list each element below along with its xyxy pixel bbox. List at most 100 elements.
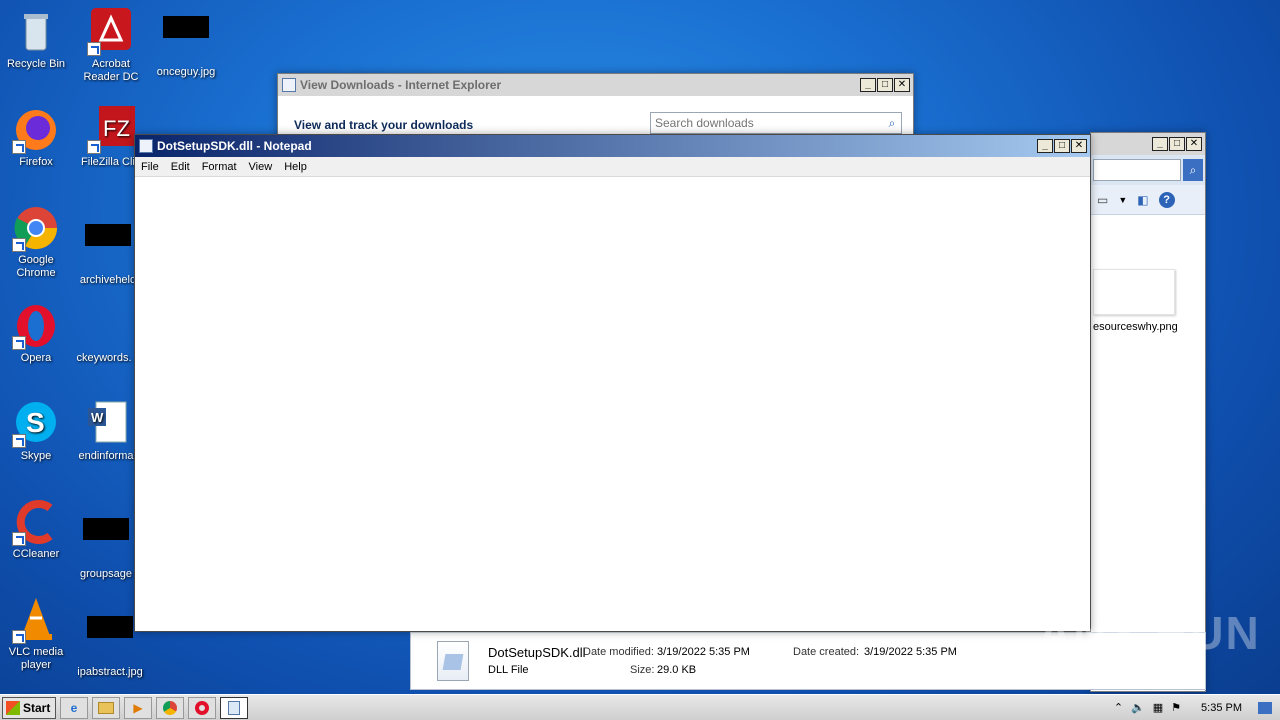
menu-help[interactable]: Help xyxy=(278,161,313,173)
desktop-icon-label: Google Chrome xyxy=(16,254,56,279)
volume-icon[interactable]: 🔈 xyxy=(1131,701,1145,714)
recycle-bin-icon xyxy=(12,8,60,56)
desktop-icon-label: Opera xyxy=(20,352,52,364)
details-size: 29.0 KB xyxy=(657,664,697,676)
desktop-icon-label: FileZilla Clie xyxy=(81,156,141,168)
menu-format[interactable]: Format xyxy=(196,161,243,173)
view-options-icon[interactable]: ▭ xyxy=(1097,193,1108,207)
search-downloads-input[interactable] xyxy=(651,116,883,130)
taskbar: Start e ▶ ⌃ 🔈 ▦ ⚑ 5:35 PM xyxy=(0,694,1280,720)
opera-icon xyxy=(195,700,209,715)
close-button[interactable]: ✕ xyxy=(894,78,910,92)
desktop-icon-endinforma[interactable]: W endinforma xyxy=(70,400,142,463)
action-center-flag-icon[interactable]: ⚑ xyxy=(1171,701,1181,714)
explorer-titlebar[interactable]: _ □ ✕ xyxy=(1091,133,1205,155)
shortcut-arrow-icon xyxy=(12,336,26,350)
notepad-icon xyxy=(228,700,240,715)
desktop-icon-firefox[interactable]: Firefox xyxy=(0,106,72,169)
taskbar-media-player-button[interactable]: ▶ xyxy=(124,696,152,719)
ie-downloads-window[interactable]: View Downloads - Internet Explorer _ □ ✕… xyxy=(277,73,914,143)
help-icon[interactable]: ? xyxy=(1158,191,1175,208)
opera-icon xyxy=(12,302,60,350)
acrobat-icon xyxy=(87,8,135,56)
ie-window-icon xyxy=(282,78,296,92)
desktop-icon-opera[interactable]: Opera xyxy=(0,302,72,365)
desktop-icon-recycle-bin[interactable]: Recycle Bin xyxy=(0,8,72,71)
desktop-icon-vlc[interactable]: VLC media player xyxy=(0,596,72,672)
preview-pane-icon[interactable]: ◧ xyxy=(1137,193,1148,207)
file-thumbnail[interactable] xyxy=(1093,269,1175,315)
taskbar-notepad-button[interactable] xyxy=(220,696,248,719)
desktop-icon-onceguy[interactable]: onceguy.jpg xyxy=(150,8,222,79)
search-downloads-box[interactable]: ⌕ xyxy=(650,112,902,134)
taskbar-chrome-button[interactable] xyxy=(156,696,184,719)
ccleaner-icon xyxy=(12,498,60,546)
ie-titlebar[interactable]: View Downloads - Internet Explorer _ □ ✕ xyxy=(278,74,913,96)
chrome-icon xyxy=(12,204,60,252)
desktop-icon-ccleaner[interactable]: CCleaner xyxy=(0,498,72,561)
explorer-search-input[interactable] xyxy=(1093,159,1181,181)
details-date-modified: 3/19/2022 5:35 PM xyxy=(657,646,750,658)
desktop-icon-label: VLC media player xyxy=(8,646,64,671)
desktop-icon-acrobat[interactable]: Acrobat Reader DC xyxy=(75,8,147,84)
desktop-icon-skype[interactable]: S Skype xyxy=(0,400,72,463)
shortcut-arrow-icon xyxy=(87,140,101,154)
start-button[interactable]: Start xyxy=(2,696,56,719)
menu-file[interactable]: File xyxy=(135,161,165,173)
maximize-button[interactable]: □ xyxy=(1054,139,1070,153)
svg-text:FZ: FZ xyxy=(103,116,130,141)
minimize-button[interactable]: _ xyxy=(860,78,876,92)
ie-window-title: View Downloads - Internet Explorer xyxy=(300,78,502,92)
vlc-icon xyxy=(12,596,60,644)
word-document-icon: W xyxy=(82,400,130,448)
desktop-icon-chrome[interactable]: Google Chrome xyxy=(0,204,72,280)
desktop-icon-ckeywords[interactable]: ckeywords. xyxy=(68,302,140,365)
close-button[interactable]: ✕ xyxy=(1071,139,1087,153)
desktop-icon-label: Skype xyxy=(20,450,52,462)
maximize-button[interactable]: □ xyxy=(1169,137,1185,151)
notepad-titlebar[interactable]: DotSetupSDK.dll - Notepad _ □ ✕ xyxy=(135,135,1090,157)
details-filename: DotSetupSDK.dll xyxy=(488,645,586,660)
firefox-icon xyxy=(12,106,60,154)
media-player-icon: ▶ xyxy=(133,700,143,715)
minimize-button[interactable]: _ xyxy=(1152,137,1168,151)
clock[interactable]: 5:35 PM xyxy=(1201,702,1242,714)
maximize-button[interactable]: □ xyxy=(877,78,893,92)
notepad-menubar: File Edit Format View Help xyxy=(135,157,1090,177)
desktop-icon-label: ipabstract.jpg xyxy=(77,666,143,678)
desktop-icon-label: endinforma xyxy=(78,450,134,462)
file-label[interactable]: esourceswhy.png xyxy=(1093,321,1178,333)
show-desktop-button[interactable] xyxy=(1258,701,1272,714)
menu-view[interactable]: View xyxy=(243,161,279,173)
desktop-icon-groupsage[interactable]: groupsage xyxy=(70,498,142,581)
details-date-created: 3/19/2022 5:35 PM xyxy=(864,646,957,658)
filezilla-icon: FZ xyxy=(87,106,135,154)
network-icon[interactable]: ▦ xyxy=(1153,701,1163,714)
notepad-text-area[interactable] xyxy=(135,177,1090,631)
taskbar-ie-button[interactable]: e xyxy=(60,696,88,719)
desktop-icon-label: Acrobat Reader DC xyxy=(83,58,139,83)
search-icon[interactable]: ⌕ xyxy=(1183,159,1203,181)
minimize-button[interactable]: _ xyxy=(1037,139,1053,153)
image-file-icon xyxy=(86,616,134,664)
notepad-window[interactable]: DotSetupSDK.dll - Notepad _ □ ✕ File Edi… xyxy=(134,134,1091,632)
image-file-icon xyxy=(162,16,210,64)
show-hidden-icons-icon[interactable]: ⌃ xyxy=(1114,701,1123,714)
shortcut-arrow-icon xyxy=(12,140,26,154)
taskbar-opera-button[interactable] xyxy=(188,696,216,719)
shortcut-arrow-icon xyxy=(12,434,26,448)
desktop-icon-label: Firefox xyxy=(19,156,53,168)
close-button[interactable]: ✕ xyxy=(1186,137,1202,151)
desktop-icon-label: Recycle Bin xyxy=(6,58,66,70)
skype-icon: S xyxy=(12,400,60,448)
shortcut-arrow-icon xyxy=(12,630,26,644)
desktop-icon-label: onceguy.jpg xyxy=(156,66,216,78)
search-icon[interactable]: ⌕ xyxy=(883,116,901,131)
desktop-icon-label: archiveheld xyxy=(79,274,137,286)
menu-edit[interactable]: Edit xyxy=(165,161,196,173)
chevron-down-icon[interactable]: ▼ xyxy=(1118,195,1127,205)
details-size-label: Size: xyxy=(630,664,655,676)
details-filetype: DLL File xyxy=(488,664,529,676)
notepad-title: DotSetupSDK.dll - Notepad xyxy=(157,139,312,153)
taskbar-explorer-button[interactable] xyxy=(92,696,120,719)
